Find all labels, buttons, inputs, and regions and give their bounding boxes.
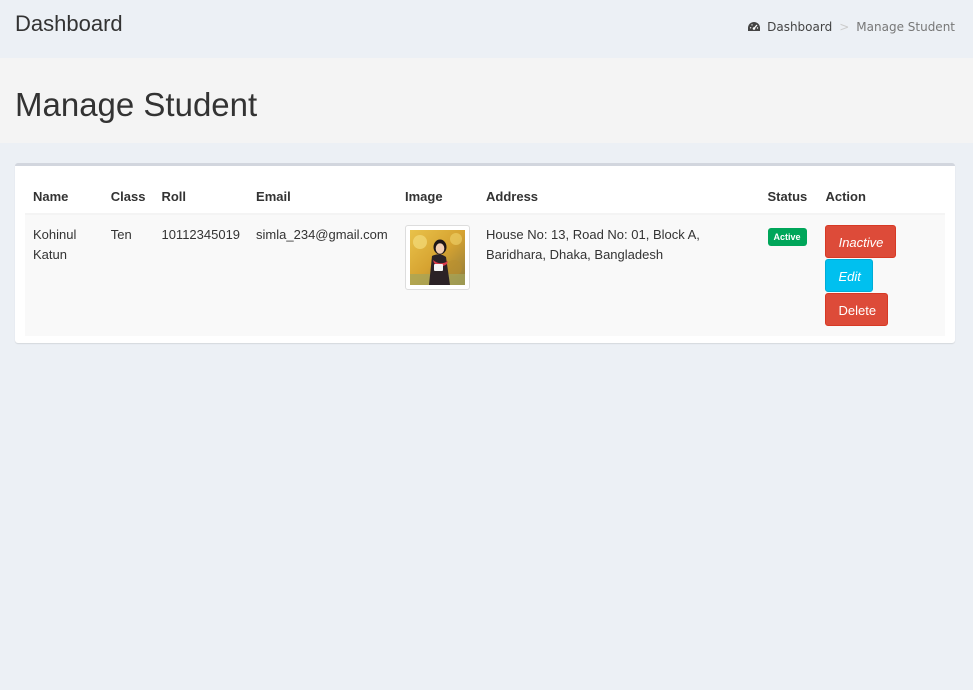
cell-roll: 10112345019 [161, 227, 241, 242]
edit-button[interactable]: Edit [825, 259, 874, 292]
student-photo-icon [410, 230, 466, 285]
column-header-roll: Roll [153, 180, 249, 215]
column-header-status: Status [759, 180, 818, 215]
cell-status: Active [760, 214, 818, 336]
students-box: Name Class Roll Email Image Address Stat… [15, 163, 955, 343]
name-last: Katun [33, 247, 67, 262]
page-banner: Manage Student [0, 58, 973, 143]
breadcrumb-home-link[interactable]: Dashboard [747, 20, 832, 34]
dashboard-icon [748, 21, 761, 31]
name-first: Kohinul [33, 227, 77, 242]
column-header-action: Action [817, 180, 945, 215]
column-header-image: Image [397, 180, 479, 215]
cell-image [397, 214, 478, 336]
inactive-button[interactable]: Inactive [825, 225, 897, 258]
column-header-email: Email [248, 180, 398, 215]
breadcrumb-current: Manage Student [856, 20, 955, 34]
column-header-class: Class [102, 180, 154, 215]
breadcrumb-home-label: Dashboard [767, 20, 833, 34]
column-header-name: Name [25, 180, 103, 215]
cell-email: simla_234@gmail.com [256, 227, 388, 242]
status-badge: Active [767, 228, 807, 246]
cell-action: Inactive Edit Delete [817, 214, 945, 336]
table-header-row: Name Class Roll Email Image Address Stat… [25, 180, 945, 215]
address-line-2: Baridhara, Dhaka, Bangladesh [486, 247, 664, 262]
cell-address: House No: 13, Road No: 01, Block A, Bari… [478, 214, 760, 336]
address-line-1: House No: 13, Road No: 01, Block A, [486, 227, 700, 242]
table-row: Kohinul Katun Ten 10112345019 simla_234@… [25, 214, 945, 336]
student-photo [405, 225, 471, 290]
breadcrumb-separator: > [839, 20, 850, 34]
cell-name: Kohinul Katun [25, 214, 103, 336]
header-title: Dashboard [15, 11, 123, 36]
content-header: Dashboard Dashboard > Manage Student [0, 0, 973, 58]
column-header-address: Address [478, 180, 760, 215]
cell-class: Ten [110, 227, 132, 242]
breadcrumb: Dashboard > Manage Student [747, 20, 955, 34]
students-table: Name Class Roll Email Image Address Stat… [25, 180, 945, 336]
delete-button[interactable]: Delete [825, 293, 889, 326]
page-title: Manage Student [15, 86, 258, 123]
